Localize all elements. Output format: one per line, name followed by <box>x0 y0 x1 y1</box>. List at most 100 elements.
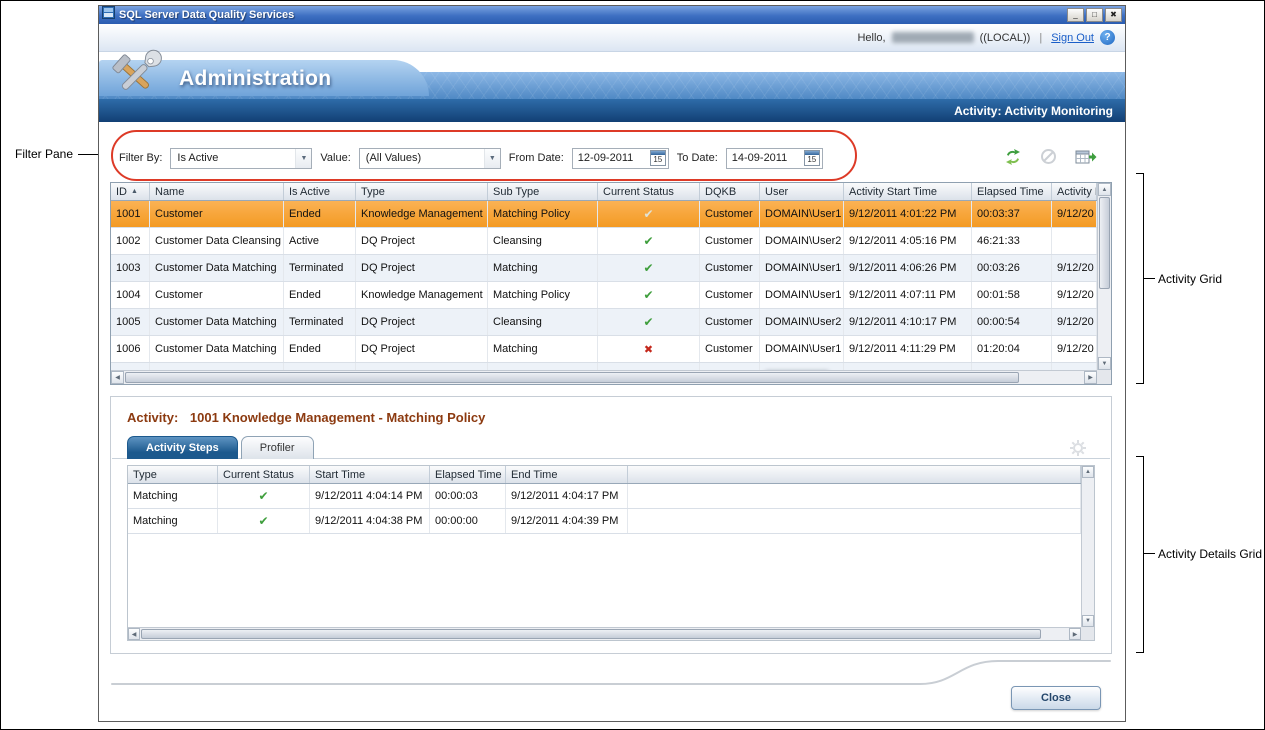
column-header-user[interactable]: User <box>760 183 844 200</box>
cell-type: Knowledge Management <box>356 201 488 227</box>
cell-is_active: Ended <box>284 282 356 308</box>
activity-row-1003[interactable]: 1003Customer Data MatchingTerminatedDQ P… <box>111 255 1097 282</box>
cell-sub_type: Matching Policy <box>488 282 598 308</box>
cell-sub_type: Domain Management <box>488 363 598 370</box>
cell-elapsed: 00:00:03 <box>430 484 506 508</box>
scroll-down-button[interactable] <box>1082 615 1094 627</box>
vertical-scrollbar-thumb[interactable] <box>1099 197 1110 289</box>
scrollbar-corner <box>1081 627 1094 640</box>
activity-grid-horizontal-scrollbar[interactable] <box>111 370 1097 384</box>
to-date-input[interactable]: 14-09-2011 15 <box>726 148 823 169</box>
activity-grid-viewport: ID▲NameIs ActiveTypeSub TypeCurrent Stat… <box>111 183 1097 370</box>
column-header-current-status[interactable]: Current Status <box>218 466 310 483</box>
cell-status: ✔ <box>598 309 700 335</box>
disabled-gear-icon[interactable] <box>1069 439 1087 462</box>
scroll-down-button[interactable] <box>1098 357 1111 370</box>
cell-end: 9/12/20 <box>1052 336 1097 362</box>
column-header-activity-start-time[interactable]: Activity Start Time <box>844 183 972 200</box>
calendar-icon[interactable]: 15 <box>804 150 820 166</box>
column-header-id[interactable]: ID▲ <box>111 183 150 200</box>
filter-by-dropdown[interactable]: Is Active <box>170 148 312 169</box>
cell-user: DOMAIN\User2 <box>760 228 844 254</box>
scroll-right-button[interactable] <box>1084 371 1097 384</box>
terminate-activity-icon[interactable] <box>1040 148 1057 165</box>
cell-end: 9/12/2 <box>1052 363 1097 370</box>
app-window: SQL Server Data Quality Services _ □ ✖ H… <box>98 5 1126 722</box>
details-grid-vertical-scrollbar[interactable] <box>1081 466 1094 627</box>
activity-row-1002[interactable]: 1002Customer Data CleansingActiveDQ Proj… <box>111 228 1097 255</box>
minimize-button[interactable]: _ <box>1067 8 1084 22</box>
activity-details-grid-bracket <box>1136 456 1144 653</box>
activity-row-1004[interactable]: 1004CustomerEndedKnowledge ManagementMat… <box>111 282 1097 309</box>
help-icon[interactable]: ? <box>1100 30 1115 45</box>
maximize-button[interactable]: □ <box>1086 8 1103 22</box>
activity-row-1007[interactable]: 1007CustomerEndedKnowledge ManagementDom… <box>111 363 1097 370</box>
cell-is_active: Terminated <box>284 309 356 335</box>
column-header-elapsed-time[interactable]: Elapsed Time <box>972 183 1052 200</box>
cell-id: 1002 <box>111 228 150 254</box>
details-row-2[interactable]: Matching✔9/12/2011 4:04:38 PM00:00:009/1… <box>128 509 1081 534</box>
activity-grid: ID▲NameIs ActiveTypeSub TypeCurrent Stat… <box>110 182 1112 385</box>
scroll-up-button[interactable] <box>1082 466 1094 478</box>
status-ok-icon: ✔ <box>643 315 653 329</box>
cell-end: 9/12/20 <box>1052 255 1097 281</box>
tab-profiler[interactable]: Profiler <box>241 436 314 459</box>
close-window-button[interactable]: ✖ <box>1105 8 1122 22</box>
cell-user <box>760 363 844 370</box>
details-row-1[interactable]: Matching✔9/12/2011 4:04:14 PM00:00:039/1… <box>128 484 1081 509</box>
calendar-icon[interactable]: 15 <box>650 150 666 166</box>
greeting-text: Hello, <box>857 32 885 44</box>
column-header-current-status[interactable]: Current Status <box>598 183 700 200</box>
from-date-input[interactable]: 12-09-2011 15 <box>572 148 669 169</box>
activity-grid-bracket <box>1136 173 1144 384</box>
sort-ascending-icon: ▲ <box>131 188 138 195</box>
activity-row-1005[interactable]: 1005Customer Data MatchingTerminatedDQ P… <box>111 309 1097 336</box>
column-header-sub-type[interactable]: Sub Type <box>488 183 598 200</box>
cell-name: Customer <box>150 201 284 227</box>
column-header-type[interactable]: Type <box>128 466 218 483</box>
cell-user: DOMAIN\User1 <box>760 255 844 281</box>
details-grid-viewport: TypeCurrent StatusStart TimeElapsed Time… <box>128 466 1081 627</box>
column-header-end-time[interactable]: End Time <box>506 466 628 483</box>
column-header-start-time[interactable]: Start Time <box>310 466 430 483</box>
close-button[interactable]: Close <box>1011 686 1101 710</box>
cell-sub_type: Matching <box>488 336 598 362</box>
export-icon[interactable] <box>1075 149 1097 165</box>
titlebar[interactable]: SQL Server Data Quality Services _ □ ✖ <box>99 6 1125 24</box>
cell-type: Matching <box>128 484 218 508</box>
scroll-up-button[interactable] <box>1098 183 1111 196</box>
column-header-name[interactable]: Name <box>150 183 284 200</box>
cell-type: Knowledge Management <box>356 363 488 370</box>
activity-row-1006[interactable]: 1006Customer Data MatchingEndedDQ Projec… <box>111 336 1097 363</box>
calendar-day: 15 <box>651 154 665 165</box>
activity-row-1001[interactable]: 1001CustomerEndedKnowledge ManagementMat… <box>111 201 1097 228</box>
cell-end: 9/12/2011 4:04:39 PM <box>506 509 628 533</box>
scroll-left-button[interactable] <box>111 371 124 384</box>
activity-grid-header: ID▲NameIs ActiveTypeSub TypeCurrent Stat… <box>111 183 1097 201</box>
annotation-activity-grid-label: Activity Grid <box>1158 272 1222 286</box>
value-dropdown[interactable]: (All Values) <box>359 148 501 169</box>
horizontal-scrollbar-thumb[interactable] <box>141 629 1041 639</box>
cell-sub_type: Matching <box>488 255 598 281</box>
scroll-left-button[interactable] <box>128 628 140 640</box>
column-header-is-active[interactable]: Is Active <box>284 183 356 200</box>
column-header-elapsed-time[interactable]: Elapsed Time <box>430 466 506 483</box>
details-grid-horizontal-scrollbar[interactable] <box>128 627 1081 640</box>
cell-start: 9/12/2011 4:11:29 PM <box>844 336 972 362</box>
activity-grid-vertical-scrollbar[interactable] <box>1097 183 1111 370</box>
sign-out-link[interactable]: Sign Out <box>1051 32 1094 44</box>
scroll-right-button[interactable] <box>1069 628 1081 640</box>
activity-details-panel: Activity: 1001 Knowledge Management - Ma… <box>110 396 1112 654</box>
refresh-icon[interactable] <box>1004 149 1022 165</box>
cell-id: 1004 <box>111 282 150 308</box>
cell-start: 9/12/2011 4:01:22 PM <box>844 201 972 227</box>
cell-is_active: Active <box>284 228 356 254</box>
column-header-dqkb[interactable]: DQKB <box>700 183 760 200</box>
column-header-activity-end-time[interactable]: Activity End Time <box>1052 183 1097 200</box>
column-header-type[interactable]: Type <box>356 183 488 200</box>
cell-end: 9/12/20 <box>1052 201 1097 227</box>
details-title-label: Activity: <box>127 410 178 425</box>
horizontal-scrollbar-thumb[interactable] <box>125 372 1019 383</box>
tab-activity-steps[interactable]: Activity Steps <box>127 436 238 459</box>
details-title: Activity: 1001 Knowledge Management - Ma… <box>127 410 485 425</box>
